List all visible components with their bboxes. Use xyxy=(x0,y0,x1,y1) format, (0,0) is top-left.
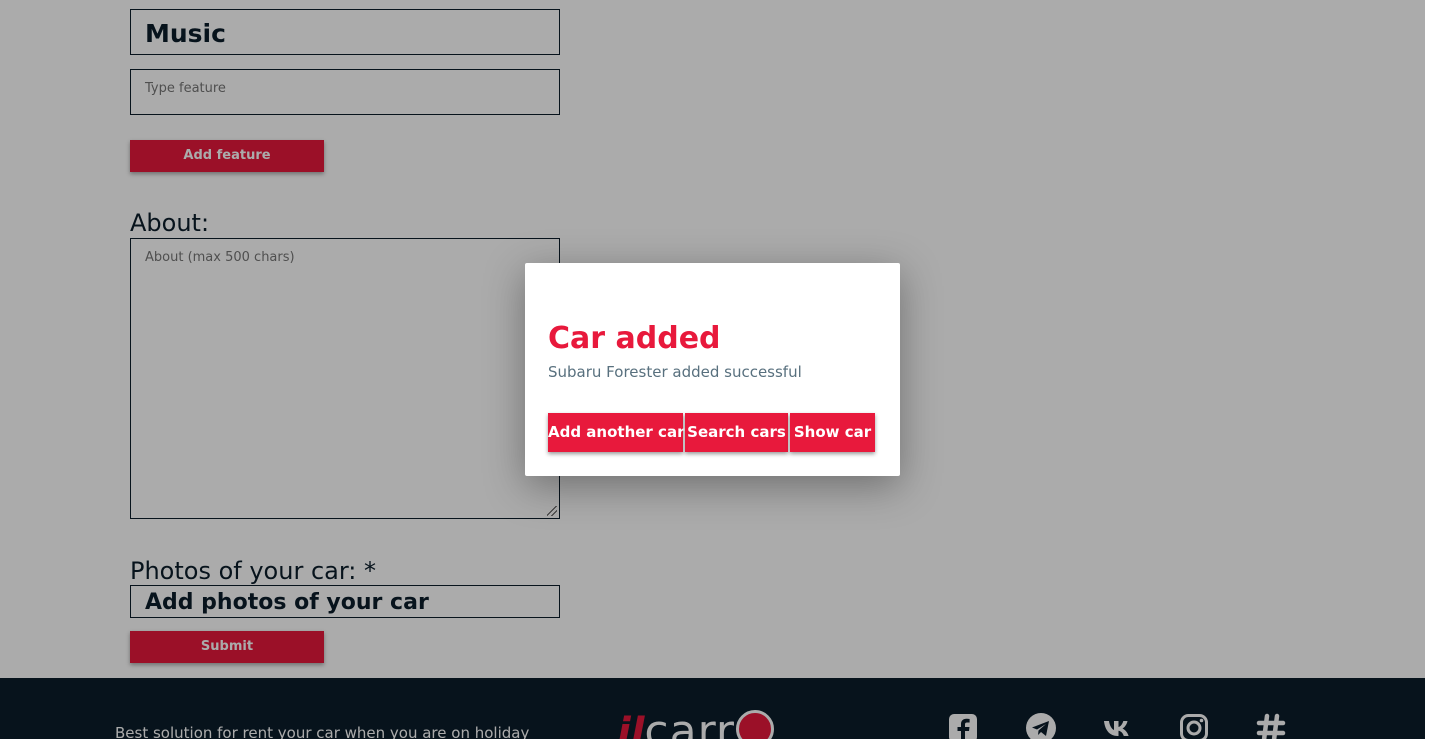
car-added-dialog: Car added Subaru Forester added successf… xyxy=(525,263,900,476)
add-another-car-button[interactable]: Add another car xyxy=(548,413,684,452)
dialog-actions: Add another car Search cars Show car xyxy=(548,413,875,452)
scrollbar-gutter xyxy=(1425,0,1440,739)
show-car-button[interactable]: Show car xyxy=(790,413,875,452)
dialog-message: Subaru Forester added successful xyxy=(548,363,802,381)
search-cars-button[interactable]: Search cars xyxy=(685,413,788,452)
dialog-title: Car added xyxy=(548,321,721,356)
